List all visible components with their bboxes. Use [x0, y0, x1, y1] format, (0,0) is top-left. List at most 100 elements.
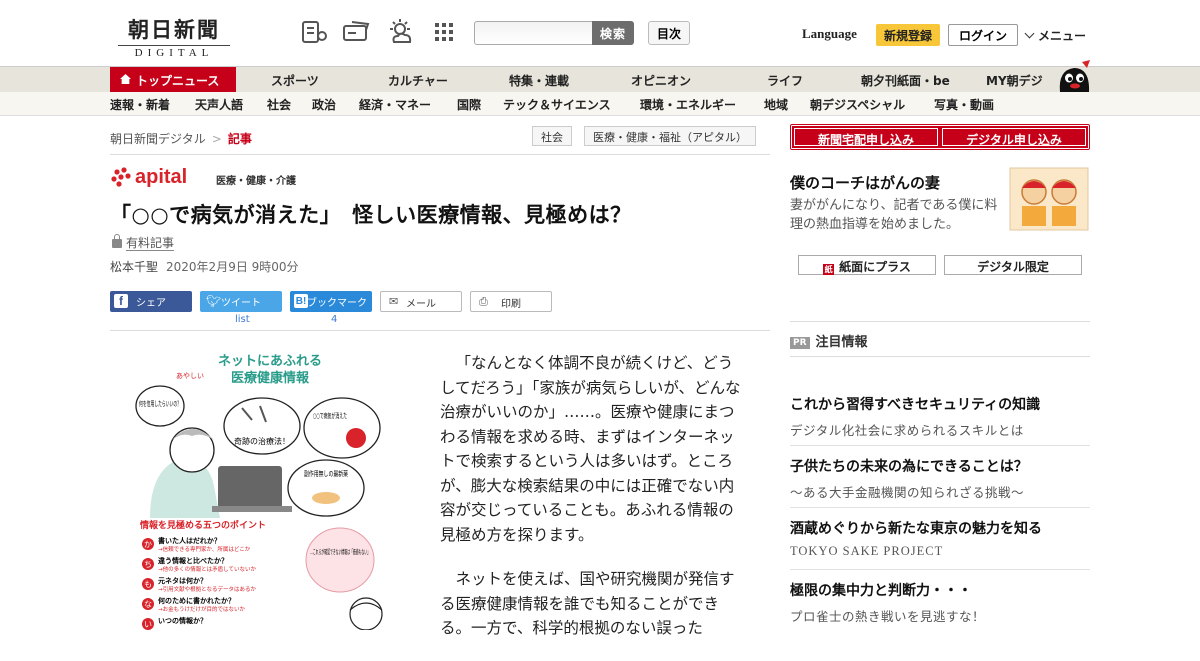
point-answer: →引用文献や根拠となるデータはあるか — [158, 585, 256, 593]
illus-warning: …これらが確認できない情報は「価値もない」 — [310, 547, 370, 556]
nav-region[interactable]: 地域 — [764, 96, 788, 113]
paid-article-label[interactable]: 有料記事 — [112, 234, 175, 251]
search-input[interactable] — [474, 21, 594, 45]
index-button[interactable]: 目次 — [648, 21, 690, 45]
illus-points-title: 情報を見極める五つのポイント — [139, 519, 266, 531]
pr-heading: PR 注目情報 — [790, 331, 868, 350]
nav-print-edition[interactable]: 朝夕刊紙面・be — [861, 72, 950, 89]
illus-bubble-disappear: ○○で病気が消えた — [313, 411, 347, 420]
point-answer: →信頼できる専門家か、所属はどこか — [158, 545, 251, 553]
grid-menu-icon[interactable] — [430, 18, 458, 46]
twitter-share-button[interactable]: 🐦︎ ツイート — [200, 291, 282, 312]
print-icon: ⎙ — [479, 295, 488, 308]
nav-opinion[interactable]: オピニオン — [631, 72, 691, 89]
divider — [790, 445, 1090, 446]
login-button[interactable]: ログイン — [948, 24, 1018, 46]
ad-item[interactable]: 子供たちの未来の為にできることは？ ～ある大手金融機関の知られざる挑戦～ — [790, 456, 1090, 501]
menu-link[interactable]: メニュー — [1024, 27, 1087, 44]
author: 松本千聖 — [110, 260, 159, 274]
nav-culture[interactable]: カルチャー — [388, 72, 448, 89]
nav-tech-science[interactable]: テック＆サイエンス — [503, 96, 611, 113]
point-kana: な — [144, 600, 152, 609]
nav-features[interactable]: 特集・連載 — [509, 72, 569, 89]
subscribe-home-button[interactable]: 新聞宅配申し込み — [792, 126, 940, 148]
mail-label: メール — [406, 299, 436, 310]
hatena-count[interactable]: 4 — [331, 314, 337, 325]
mascot-icon[interactable] — [1056, 58, 1092, 92]
print-plus-icon: 紙 — [823, 264, 835, 275]
weather-icon[interactable] — [386, 18, 414, 46]
article-body: 「なんとなく体調不良が続くけど、どうしてだろう」「家族が病気らしいが、どんな治療… — [440, 351, 746, 661]
nav-tensei-jingo[interactable]: 天声人語 — [195, 96, 243, 113]
disappear-bubble — [303, 397, 381, 459]
point-question: 書いた人はだれか？ — [158, 536, 221, 545]
divider — [790, 507, 1090, 508]
ad-item[interactable]: 酒蔵めぐりから新たな東京の魅力を知る TOKYO SAKE PROJECT — [790, 518, 1090, 559]
point-kana: か — [144, 540, 152, 549]
chevron-down-icon — [1024, 28, 1035, 39]
facebook-share-button[interactable]: f シェア — [110, 291, 192, 312]
tag-society[interactable]: 社会 — [532, 126, 572, 146]
point-question: いつの情報か？ — [158, 616, 207, 625]
newspaper-icon[interactable] — [300, 18, 328, 46]
menu-label: メニュー — [1038, 29, 1087, 43]
site-header: 朝日新聞 DIGITAL 検索 目次 Language 新規登録 ログイン メニ… — [0, 0, 1200, 66]
nav-breaking[interactable]: 速報・新着 — [110, 96, 170, 113]
register-button[interactable]: 新規登録 — [876, 24, 940, 46]
feature-thumbnail[interactable] — [1008, 166, 1090, 232]
laptop-drawing — [218, 466, 282, 508]
nav-environment[interactable]: 環境・エネルギー — [640, 96, 736, 113]
print-plus-button[interactable]: 紙紙面にプラス — [798, 255, 936, 275]
nav-my-asahi[interactable]: MY朝デジ — [986, 72, 1043, 89]
ticket-icon[interactable] — [342, 18, 370, 46]
nav-sports[interactable]: スポーツ — [271, 72, 319, 89]
point-question: 違う情報と比べたか？ — [158, 556, 228, 565]
print-plus-label: 紙面にプラス — [839, 260, 911, 274]
divider — [790, 569, 1090, 570]
nav-life[interactable]: ライフ — [767, 72, 803, 89]
nav-economy[interactable]: 経済・マネー — [359, 96, 431, 113]
ad-title: これから習得すべきセキュリティの知識 — [790, 397, 1041, 413]
illus-bubble-cure: 奇跡の治療法！ — [234, 436, 290, 446]
nav-society[interactable]: 社会 — [267, 96, 291, 113]
point-kana: ち — [144, 560, 152, 569]
article-illustration[interactable]: ネットにあふれる あやしい 医療健康情報 何を信用したらいいの？ 奇跡の治療法！… — [130, 348, 420, 630]
breadcrumb-home[interactable]: 朝日新聞デジタル — [110, 132, 206, 146]
point-question: 元ネタは何か？ — [158, 576, 207, 585]
ad-title: 子供たちの未来の為にできることは？ — [790, 459, 1028, 475]
site-logo[interactable]: 朝日新聞 DIGITAL — [118, 14, 230, 59]
search-button[interactable]: 検索 — [592, 21, 634, 45]
language-link[interactable]: Language — [802, 26, 857, 42]
facebook-label: シェア — [136, 298, 166, 309]
feature-title[interactable]: 僕のコーチはがんの妻 — [790, 172, 940, 193]
facebook-icon: f — [114, 294, 128, 308]
nav-top-news[interactable]: トップニュース — [110, 67, 236, 93]
divider — [110, 154, 770, 155]
article-paragraph: ネットを使えば、国や研究機関が発信する医療健康情報を誰でも知ることができる。一方… — [440, 570, 735, 637]
pr-heading-text: 注目情報 — [815, 335, 868, 350]
nav-photo-video[interactable]: 写真・動画 — [934, 96, 994, 113]
nav-international[interactable]: 国際 — [457, 96, 481, 113]
point-question: 何のために書かれたか？ — [158, 596, 235, 605]
subscribe-digital-button[interactable]: デジタル申し込み — [940, 126, 1088, 148]
breadcrumb-current: 記事 — [227, 132, 252, 146]
print-label: 印刷 — [501, 299, 521, 310]
apital-wordmark: apital — [135, 166, 187, 188]
nav-special[interactable]: 朝デジスペシャル — [810, 96, 905, 113]
illus-title-line1: ネットにあふれる — [218, 354, 322, 369]
points-list: か 書いた人はだれか？ →信頼できる専門家か、所属はどこか ち 違う情報と比べた… — [142, 536, 256, 630]
ad-item[interactable]: 極限の集中力と判断力・・・ プロ雀士の熱き戦いを見逃すな！ — [790, 580, 1090, 625]
ad-subtitle: ～ある大手金融機関の知られざる挑戦～ — [790, 485, 1025, 500]
tag-apital[interactable]: 医療・健康・福祉（アピタル） — [584, 126, 756, 146]
hatena-bookmark-button[interactable]: B! ブックマーク — [290, 291, 372, 312]
illus-bubble-q: 何を信用したらいいの？ — [139, 399, 181, 408]
drug-bubble — [287, 459, 365, 517]
nav-politics[interactable]: 政治 — [312, 96, 336, 113]
digital-only-button[interactable]: デジタル限定 — [944, 255, 1082, 275]
twitter-count[interactable]: list — [235, 314, 250, 325]
ad-item[interactable]: これから習得すべきセキュリティの知識 デジタル化社会に求められるスキルとは — [790, 394, 1090, 439]
illus-bubble-drug: 副作用無しの最新薬 — [304, 469, 348, 478]
print-button[interactable]: ⎙ 印刷 — [470, 291, 552, 312]
mail-share-button[interactable]: ✉ メール — [380, 291, 462, 312]
point-kana: い — [144, 620, 152, 629]
